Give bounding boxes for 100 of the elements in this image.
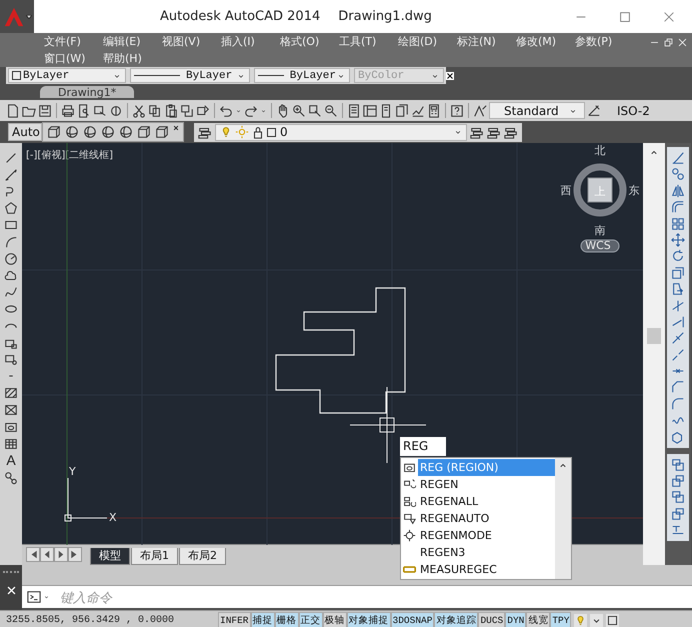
menu-item[interactable]: 标注(N) (457, 33, 516, 50)
status-toggle[interactable]: 3DOSNAP (390, 612, 434, 627)
layer-previous-icon[interactable] (504, 125, 518, 139)
next-tab-icon[interactable] (54, 547, 68, 562)
offset-icon[interactable] (671, 200, 685, 214)
command-suggestion[interactable]: REGEN3 (418, 544, 555, 561)
close-icon[interactable] (446, 72, 454, 80)
break-at-point-icon[interactable] (671, 331, 685, 346)
save-icon[interactable] (38, 104, 52, 118)
box-icon[interactable] (137, 125, 151, 139)
make-block-icon[interactable] (4, 352, 18, 367)
spline-icon[interactable] (4, 285, 18, 300)
stretch-icon[interactable] (671, 282, 685, 296)
send-to-back-icon[interactable] (671, 474, 685, 488)
command-suggestion[interactable]: REGENAUTO (418, 510, 555, 527)
command-suggestion[interactable]: REGEN (418, 476, 555, 493)
layout-tab[interactable]: 布局1 (131, 548, 178, 565)
scale-icon[interactable] (671, 266, 685, 280)
zoom-icon[interactable] (292, 104, 306, 118)
rotate-icon[interactable] (671, 249, 685, 264)
copy-icon[interactable] (148, 104, 162, 118)
menu-item[interactable]: 窗口(W) (44, 50, 103, 67)
publish-icon[interactable] (93, 104, 107, 118)
status-toggle[interactable]: TPY (550, 612, 572, 627)
previous-tab-icon[interactable] (40, 547, 54, 562)
markup-icon[interactable] (411, 104, 425, 118)
command-suggestion[interactable]: REGENMODE (418, 527, 555, 544)
last-tab-icon[interactable] (68, 547, 82, 562)
box-icon[interactable] (155, 125, 169, 139)
chamfer-icon[interactable] (671, 380, 685, 394)
status-toggle[interactable]: 极轴 (322, 612, 347, 627)
send-under-icon[interactable] (671, 506, 685, 521)
redo-icon[interactable] (244, 104, 258, 118)
menu-item[interactable]: 绘图(D) (398, 33, 457, 50)
zoom-previous-icon[interactable] (324, 104, 338, 118)
polygon-icon[interactable] (4, 201, 18, 216)
match-properties-icon[interactable] (180, 104, 194, 118)
menu-item[interactable]: 参数(P) (575, 33, 634, 50)
wcs-menu-button[interactable]: WCS (580, 239, 620, 252)
tool-palette-icon[interactable] (379, 104, 393, 118)
menu-item[interactable]: 格式(O) (280, 33, 339, 50)
menu-item[interactable]: 修改(M) (516, 33, 575, 50)
printer-icon[interactable] (61, 104, 75, 118)
layout-tab[interactable]: 布局2 (179, 548, 226, 565)
restore-icon[interactable] (663, 37, 674, 48)
block-editor-icon[interactable] (196, 104, 210, 118)
command-suggestion[interactable]: MEASUREGEC (418, 561, 555, 578)
layer-match-icon[interactable] (487, 125, 501, 139)
viewcube-compass-ring[interactable] (574, 164, 626, 216)
menu-item[interactable]: 插入(I) (221, 33, 280, 50)
globe-icon[interactable] (109, 104, 123, 118)
linetype-dropdown[interactable]: ByLayer (130, 68, 250, 83)
bring-above-icon[interactable] (671, 490, 685, 504)
print-preview-icon[interactable] (77, 104, 91, 118)
add-selected-icon[interactable] (4, 471, 18, 486)
table-icon[interactable] (4, 436, 18, 451)
status-toggle[interactable]: 对象捕捉 (346, 612, 391, 627)
dynamic-input-field[interactable]: REG (400, 437, 446, 456)
copy-object-icon[interactable] (671, 167, 685, 182)
zoom-window-icon[interactable] (308, 104, 322, 118)
sheet-set-icon[interactable] (395, 104, 409, 118)
menu-item[interactable]: 帮助(H) (103, 50, 162, 67)
construction-line-icon[interactable] (4, 168, 18, 182)
fillet-icon[interactable] (671, 396, 685, 411)
extend-icon[interactable] (671, 314, 685, 329)
status-toggle[interactable]: 栅格 (274, 612, 299, 627)
text-style-dropdown[interactable]: Standard (489, 102, 585, 119)
command-input-field[interactable]: 键入命令 (58, 588, 692, 606)
menu-item[interactable]: 工具(T) (339, 33, 398, 50)
move-icon[interactable] (671, 232, 685, 247)
maximize-icon[interactable] (618, 10, 632, 24)
explode-icon[interactable] (671, 430, 685, 444)
status-toggle[interactable]: DUCS (478, 612, 506, 627)
trim-icon[interactable] (671, 298, 685, 313)
menu-item[interactable]: 视图(V) (162, 33, 221, 50)
gradient-icon[interactable] (4, 402, 18, 417)
line-icon[interactable] (4, 151, 18, 165)
mirror-icon[interactable] (671, 184, 685, 198)
text-style-icon[interactable] (473, 104, 487, 118)
status-toggle[interactable]: 正交 (298, 612, 323, 627)
arc-icon[interactable] (4, 234, 18, 249)
command-suggestion[interactable]: REGENALL (418, 493, 555, 510)
status-toggle[interactable]: DYN (505, 612, 526, 627)
layer-dropdown[interactable]: 0 (215, 124, 467, 140)
lineweight-dropdown[interactable]: ByLayer (254, 68, 350, 83)
status-toggle[interactable]: 捕捉 (250, 612, 275, 627)
undo-icon[interactable] (219, 104, 233, 118)
bring-to-front-icon[interactable] (671, 458, 685, 472)
erase-icon[interactable] (671, 151, 685, 165)
pan-hand-icon[interactable] (276, 104, 290, 118)
layer-states-icon[interactable] (470, 125, 484, 139)
caret-icon[interactable] (590, 614, 604, 626)
dimension-style-icon[interactable] (587, 104, 601, 118)
hatch-icon[interactable] (4, 386, 18, 400)
scissors-icon[interactable] (132, 104, 146, 118)
layout-tab[interactable]: 模型 (90, 548, 130, 565)
workspace-dropdown[interactable]: Auto (8, 123, 42, 141)
window-icon[interactable] (606, 614, 620, 626)
first-tab-icon[interactable] (26, 547, 40, 562)
cloud-icon[interactable] (4, 268, 18, 283)
